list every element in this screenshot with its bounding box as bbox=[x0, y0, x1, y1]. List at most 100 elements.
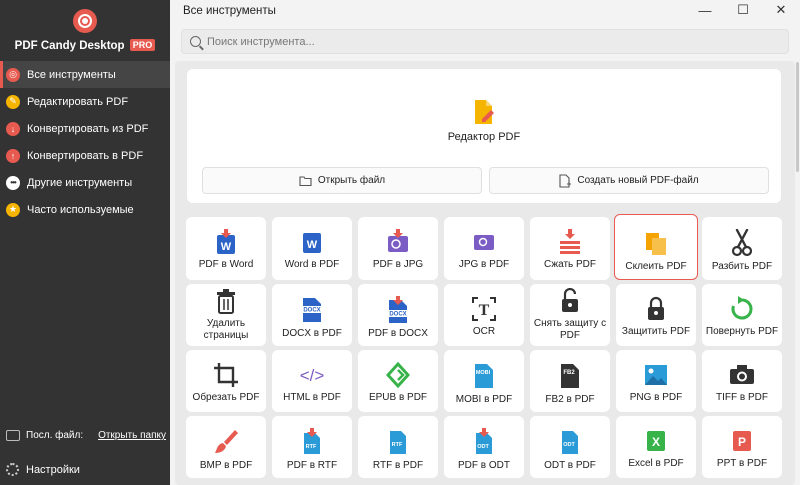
tool-ocr[interactable]: T OCR bbox=[444, 284, 524, 346]
minimize-button[interactable]: — bbox=[686, 0, 724, 20]
odt-icon: ODT bbox=[562, 431, 578, 454]
svg-text:DOCX: DOCX bbox=[303, 308, 320, 314]
tool-label: Обрезать PDF bbox=[192, 392, 260, 403]
tool-split-pdf[interactable]: Разбить PDF bbox=[702, 217, 782, 280]
folder-icon bbox=[6, 430, 20, 441]
open-folder-link[interactable]: Открыть папку bbox=[98, 430, 166, 441]
create-new-pdf-button[interactable]: Создать новый PDF-файл bbox=[489, 167, 769, 194]
tool-label: RTF в PDF bbox=[372, 460, 424, 471]
upload-arrow-icon: ↑ bbox=[6, 148, 20, 163]
sidebar-item-label: Все инструменты bbox=[27, 68, 116, 81]
tool-ppt-to-pdf[interactable]: P PPT в PDF bbox=[702, 416, 782, 478]
tool-html-to-pdf[interactable]: </> HTML в PDF bbox=[272, 350, 352, 412]
tool-pdf-to-jpg[interactable]: PDF в JPG bbox=[358, 217, 438, 280]
tool-crop-pdf[interactable]: Обрезать PDF bbox=[186, 350, 266, 412]
tool-label: PPT в PDF bbox=[716, 458, 768, 469]
svg-text:DOCX: DOCX bbox=[389, 312, 406, 318]
tool-png-to-pdf[interactable]: PNG в PDF bbox=[616, 350, 696, 412]
tool-excel-to-pdf[interactable]: X Excel в PDF bbox=[616, 416, 696, 478]
tool-delete-pages[interactable]: Удалить страницы bbox=[186, 284, 266, 346]
docx-icon: DOCX bbox=[302, 298, 322, 322]
svg-text:W: W bbox=[307, 239, 318, 251]
tool-unlock-pdf[interactable]: Снять защиту с PDF bbox=[530, 284, 610, 346]
sidebar-item-all-tools[interactable]: ◎ Все инструменты bbox=[0, 61, 170, 88]
app-brand: PDF Candy Desktop PRO bbox=[0, 39, 170, 52]
tool-word-to-pdf[interactable]: W Word в PDF bbox=[272, 217, 352, 280]
svg-text:ODT: ODT bbox=[563, 442, 575, 448]
pdf-editor-card[interactable]: Редактор PDF Открыть файл Создать новый … bbox=[187, 69, 781, 203]
tool-mobi-to-pdf[interactable]: MOBI MOBI в PDF bbox=[444, 350, 524, 412]
star-icon: ★ bbox=[6, 202, 20, 217]
svg-text:T: T bbox=[479, 302, 490, 319]
tool-label: PDF в ODT bbox=[458, 460, 510, 471]
tool-tiff-to-pdf[interactable]: TIFF в PDF bbox=[702, 350, 782, 412]
tool-label: DOCX в PDF bbox=[282, 328, 342, 339]
tool-label: ODT в PDF bbox=[544, 460, 596, 471]
settings-button[interactable]: Настройки bbox=[6, 463, 80, 476]
all-tools-icon: ◎ bbox=[6, 67, 20, 82]
window-title: Все инструменты bbox=[183, 5, 276, 17]
sidebar-item-convert-to-pdf[interactable]: ↑ Конвертировать в PDF bbox=[0, 142, 170, 169]
image-file-icon bbox=[388, 229, 408, 252]
sidebar: PDF Candy Desktop PRO ◎ Все инструменты … bbox=[0, 0, 170, 485]
brush-icon bbox=[215, 430, 238, 453]
merge-icon bbox=[646, 233, 666, 255]
tool-pdf-to-word[interactable]: W PDF в Word bbox=[186, 217, 266, 280]
svg-text:RTF: RTF bbox=[392, 442, 403, 448]
tool-bmp-to-pdf[interactable]: BMP в PDF bbox=[186, 416, 266, 478]
sidebar-item-edit-pdf[interactable]: ✎ Редактировать PDF bbox=[0, 88, 170, 115]
sidebar-item-label: Другие инструменты bbox=[27, 176, 133, 189]
search-input[interactable] bbox=[207, 35, 607, 48]
tool-merge-pdf[interactable]: Склеить PDF bbox=[614, 214, 698, 280]
window-controls: — ☐ ✕ bbox=[686, 0, 800, 20]
crop-icon bbox=[214, 363, 238, 387]
pro-badge: PRO bbox=[129, 39, 156, 51]
tool-label: HTML в PDF bbox=[283, 392, 341, 403]
odt-file-icon: ODT bbox=[476, 428, 492, 454]
tool-pdf-to-rtf[interactable]: RTF PDF в RTF bbox=[272, 416, 352, 478]
sidebar-item-frequently-used[interactable]: ★ Часто используемые bbox=[0, 196, 170, 223]
tool-label: JPG в PDF bbox=[458, 259, 510, 270]
scissors-icon bbox=[731, 229, 753, 257]
tool-jpg-to-pdf[interactable]: JPG в PDF bbox=[444, 217, 524, 280]
tool-rotate-pdf[interactable]: Повернуть PDF bbox=[702, 284, 782, 346]
tool-odt-to-pdf[interactable]: ODT ODT в PDF bbox=[530, 416, 610, 478]
gear-icon bbox=[6, 463, 19, 476]
scrollbar[interactable] bbox=[796, 62, 799, 172]
tool-label: Удалить страницы bbox=[203, 318, 249, 341]
code-icon: </> bbox=[300, 366, 325, 385]
edit-icon: ✎ bbox=[6, 94, 20, 109]
maximize-button[interactable]: ☐ bbox=[724, 0, 762, 20]
search-box bbox=[181, 29, 789, 54]
tool-label: MOBI в PDF bbox=[455, 394, 513, 405]
tool-compress-pdf[interactable]: Сжать PDF bbox=[530, 217, 610, 280]
tool-pdf-to-odt[interactable]: ODT PDF в ODT bbox=[444, 416, 524, 478]
sidebar-item-label: Конвертировать в PDF bbox=[27, 149, 144, 162]
tool-label: PDF в RTF bbox=[286, 460, 338, 471]
sidebar-item-convert-from-pdf[interactable]: ↓ Конвертировать из PDF bbox=[0, 115, 170, 142]
tool-pdf-to-docx[interactable]: DOCX PDF в DOCX bbox=[358, 284, 438, 346]
tool-label: PNG в PDF bbox=[629, 392, 683, 403]
open-file-button[interactable]: Открыть файл bbox=[202, 167, 482, 194]
lock-icon bbox=[648, 296, 664, 320]
epub-icon bbox=[386, 362, 410, 388]
svg-text:</>: </> bbox=[300, 366, 325, 385]
open-file-label: Открыть файл bbox=[317, 175, 386, 186]
sidebar-item-other-tools[interactable]: ••• Другие инструменты bbox=[0, 169, 170, 196]
tool-epub-to-pdf[interactable]: EPUB в PDF bbox=[358, 350, 438, 412]
tool-fb2-to-pdf[interactable]: FB2 FB2 в PDF bbox=[530, 350, 610, 412]
rtf-file-icon: RTF bbox=[304, 428, 320, 454]
tool-rtf-to-pdf[interactable]: RTF RTF в PDF bbox=[358, 416, 438, 478]
main-panel: Все инструменты — ☐ ✕ Редактор PDF Откры… bbox=[170, 0, 800, 485]
tool-label: PDF в Word bbox=[198, 259, 254, 270]
tool-docx-to-pdf[interactable]: DOCX DOCX в PDF bbox=[272, 284, 352, 346]
camera-icon bbox=[730, 365, 754, 384]
pdf-editor-icon bbox=[475, 100, 494, 124]
tool-protect-pdf[interactable]: Защитить PDF bbox=[616, 284, 696, 346]
close-button[interactable]: ✕ bbox=[762, 0, 800, 20]
svg-text:RTF: RTF bbox=[306, 444, 317, 450]
svg-text:MOBI: MOBI bbox=[476, 370, 491, 376]
trash-icon bbox=[217, 289, 235, 314]
svg-text:FB2: FB2 bbox=[563, 370, 575, 376]
create-new-pdf-label: Создать новый PDF-файл bbox=[577, 175, 699, 186]
